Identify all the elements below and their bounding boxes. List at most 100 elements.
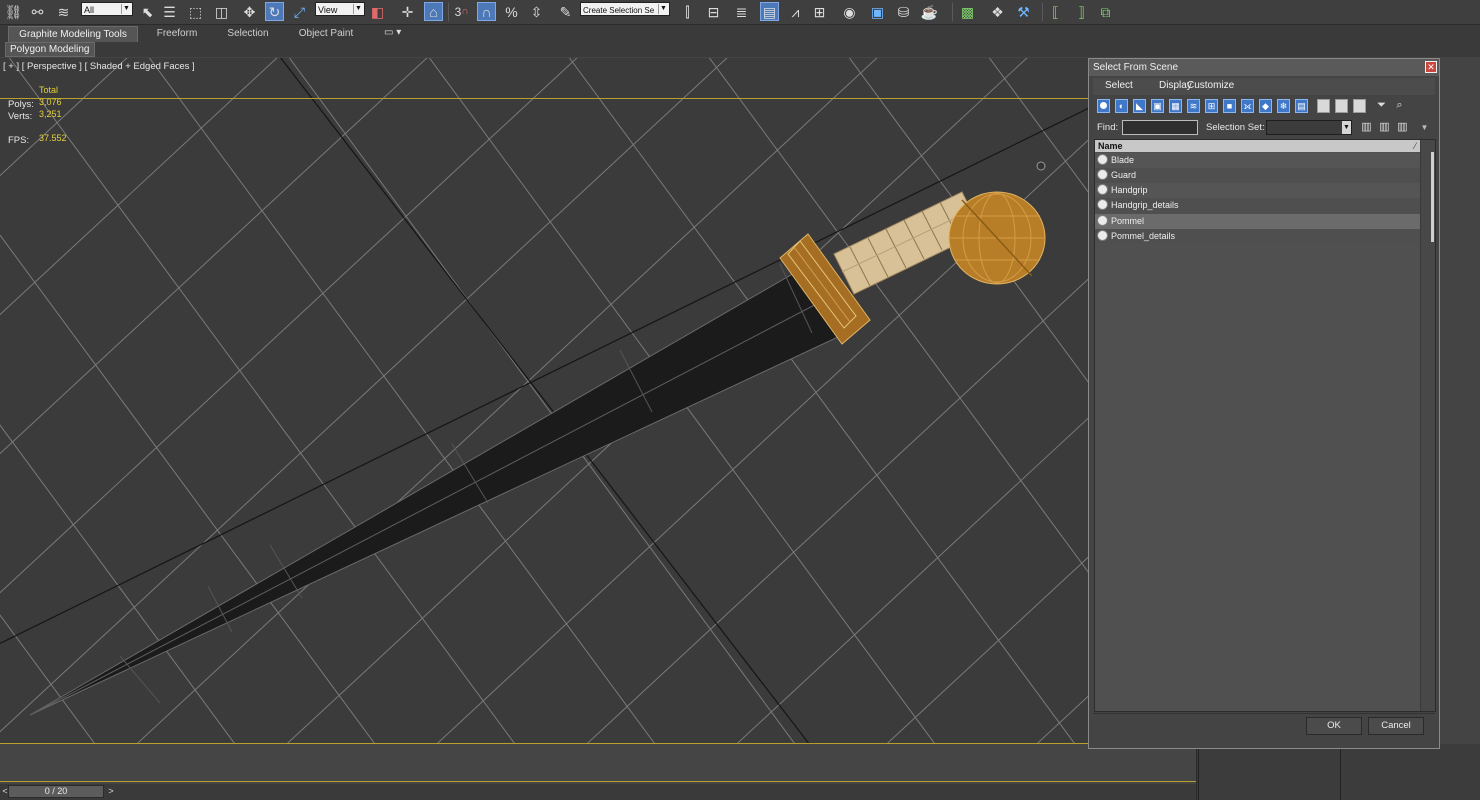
grid-line (0, 77, 1151, 645)
filter-options-icon[interactable]: ⌕ (1393, 99, 1406, 113)
display-groups-icon[interactable]: ⊞ (1205, 99, 1218, 113)
select-and-scale-icon[interactable]: ⤢ (290, 2, 309, 21)
grid-line (0, 58, 20, 744)
list-item-name: Pommel_details (1111, 231, 1176, 241)
object-geometry-icon (1097, 230, 1108, 241)
select-and-rotate-icon[interactable]: ↻ (265, 2, 284, 21)
next-frame-button[interactable]: > (106, 785, 116, 798)
close-icon[interactable]: ✕ (1425, 61, 1437, 73)
display-cameras-icon[interactable]: ▣ (1151, 99, 1164, 113)
list-item-name: Blade (1111, 155, 1135, 165)
render-setup-icon[interactable]: ▣ (868, 2, 887, 21)
keyboard-shortcut-override-icon[interactable]: ⌂ (424, 2, 443, 21)
perspective-viewport[interactable]: [ + ] [ Perspective ] [ Shaded + Edged F… (0, 58, 1196, 744)
spinner-snap-icon[interactable]: ⇳ (527, 2, 546, 21)
group-icon-b[interactable]: ⟧ (1072, 2, 1091, 21)
angle-snap-icon[interactable]: ∩ (477, 2, 496, 21)
select-and-move-icon[interactable]: ✥ (240, 2, 259, 21)
tab-object-paint[interactable]: Object Paint (292, 26, 360, 42)
mirror-icon[interactable]: ⫿ (678, 2, 697, 21)
time-slider[interactable]: < 0 / 20 > (0, 784, 1196, 800)
select-by-name-icon[interactable]: ☰ (160, 2, 179, 21)
group-icon-c[interactable]: ⧉ (1096, 2, 1115, 21)
display-helpers-icon[interactable]: ▦ (1169, 99, 1182, 113)
tab-selection[interactable]: Selection (220, 26, 276, 42)
window-crossing-icon[interactable]: ◫ (212, 2, 231, 21)
snaps-toggle-icon[interactable]: 3 ∩ (452, 2, 471, 21)
column-header-name[interactable]: Name ⁄ (1095, 140, 1420, 152)
render-production-icon[interactable]: ☕ (920, 2, 939, 21)
reference-coordinate-dropdown[interactable]: View ▼ (315, 2, 365, 16)
menu-customize[interactable]: Customize (1187, 80, 1234, 91)
viewport-canvas[interactable] (0, 58, 1196, 744)
display-frozen-icon[interactable]: ❄ (1277, 99, 1290, 113)
display-space-warps-icon[interactable]: ≋ (1187, 99, 1200, 113)
time-slider-thumb[interactable]: 0 / 20 (8, 785, 104, 798)
list-item-selected[interactable]: Pommel (1095, 214, 1420, 229)
group-icon-a[interactable]: ⟦ (1046, 2, 1065, 21)
menu-select[interactable]: Select (1105, 80, 1133, 91)
display-containers-icon[interactable]: ◆ (1259, 99, 1272, 113)
display-xrefs-icon[interactable]: ■ (1223, 99, 1236, 113)
command-panel-bottom (1196, 744, 1480, 800)
select-none-icon[interactable] (1335, 99, 1348, 113)
list-item[interactable]: Blade (1095, 153, 1420, 168)
percent-snap-icon[interactable]: % (502, 2, 521, 21)
pivot-point-center-icon[interactable]: ◧ (368, 2, 387, 21)
list-item[interactable]: Guard (1095, 168, 1420, 183)
cubes-icon[interactable]: ❖ (988, 2, 1007, 21)
display-shapes-icon[interactable]: ◐ (1115, 99, 1128, 113)
select-from-scene-dialog: Select From Scene ✕ Select Display Custo… (1088, 58, 1440, 749)
display-lights-icon[interactable]: ◣ (1133, 99, 1146, 113)
scrollbar-thumb[interactable] (1431, 152, 1434, 242)
cancel-button[interactable]: Cancel (1368, 717, 1424, 735)
list-item[interactable]: Handgrip (1095, 183, 1420, 198)
select-invert-icon[interactable] (1353, 99, 1366, 113)
grid-line (288, 58, 796, 744)
unlink-selection-icon[interactable]: ⚯ (28, 2, 47, 21)
filter-icon[interactable]: ⏷ (1375, 99, 1388, 113)
toolbar-divider (448, 3, 449, 21)
graphite-toggle-icon[interactable]: ▤ (760, 2, 779, 21)
select-object-icon[interactable]: ⬉ (138, 2, 157, 21)
create-selection-set-icon[interactable]: ▥ (1360, 121, 1373, 135)
rectangular-selection-icon[interactable]: ⬚ (186, 2, 205, 21)
align-icon[interactable]: ⊟ (704, 2, 723, 21)
select-and-link-icon[interactable]: ⛓ (4, 2, 23, 21)
layer-manager-icon[interactable]: ≣ (732, 2, 751, 21)
selection-set-dropdown[interactable]: ▼ (1266, 120, 1352, 135)
named-selection-sets-dropdown[interactable]: Create Selection Se ▼ (580, 2, 670, 16)
object-geometry-icon (1097, 184, 1108, 195)
tab-graphite-modeling-tools[interactable]: Graphite Modeling Tools (8, 26, 138, 42)
remove-from-selection-set-icon[interactable]: ▥ (1396, 121, 1409, 135)
panel-polygon-modeling[interactable]: Polygon Modeling (5, 42, 95, 57)
add-to-selection-set-icon[interactable]: ▥ (1378, 121, 1391, 135)
dialog-titlebar[interactable]: Select From Scene ✕ (1089, 59, 1439, 76)
tool-icon[interactable]: ⚒ (1014, 2, 1033, 21)
schematic-view-icon[interactable]: ⊞ (810, 2, 829, 21)
selection-filter-dropdown[interactable]: All ▼ (81, 2, 133, 16)
display-geometry-icon[interactable] (1097, 99, 1110, 113)
chevron-down-icon[interactable]: ▼ (1418, 122, 1431, 136)
select-manipulate-icon[interactable]: ✛ (398, 2, 417, 21)
list-item[interactable]: Pommel_details (1095, 229, 1420, 244)
tab-freeform[interactable]: Freeform (148, 26, 206, 42)
select-all-icon[interactable] (1317, 99, 1330, 113)
curve-editor-icon[interactable]: ⩘ (786, 2, 805, 21)
object-geometry-icon (1097, 199, 1108, 210)
edit-named-selection-icon[interactable]: ✎ (556, 2, 575, 21)
find-input[interactable] (1122, 120, 1198, 135)
material-editor-icon[interactable]: ◉ (840, 2, 859, 21)
display-bones-icon[interactable]: ⟗ (1241, 99, 1254, 113)
scene-object-list[interactable]: Name ⁄ Blade Guard Handgrip Handgrip_det… (1094, 139, 1436, 712)
ok-button[interactable]: OK (1306, 717, 1362, 735)
rendered-frame-window-icon[interactable]: ⛁ (894, 2, 913, 21)
stats-fps-row: FPS: 37.552 (8, 132, 333, 146)
ribbon-options-icon[interactable]: ▭ ▾ (384, 27, 401, 38)
bind-to-space-warp-icon[interactable]: ≋ (54, 2, 73, 21)
list-item[interactable]: Handgrip_details (1095, 198, 1420, 213)
display-hidden-icon[interactable]: ▤ (1295, 99, 1308, 113)
viewport-label[interactable]: [ + ] [ Perspective ] [ Shaded + Edged F… (3, 61, 195, 72)
container-icon[interactable]: ▩ (958, 2, 977, 21)
list-scrollbar[interactable] (1420, 140, 1435, 711)
